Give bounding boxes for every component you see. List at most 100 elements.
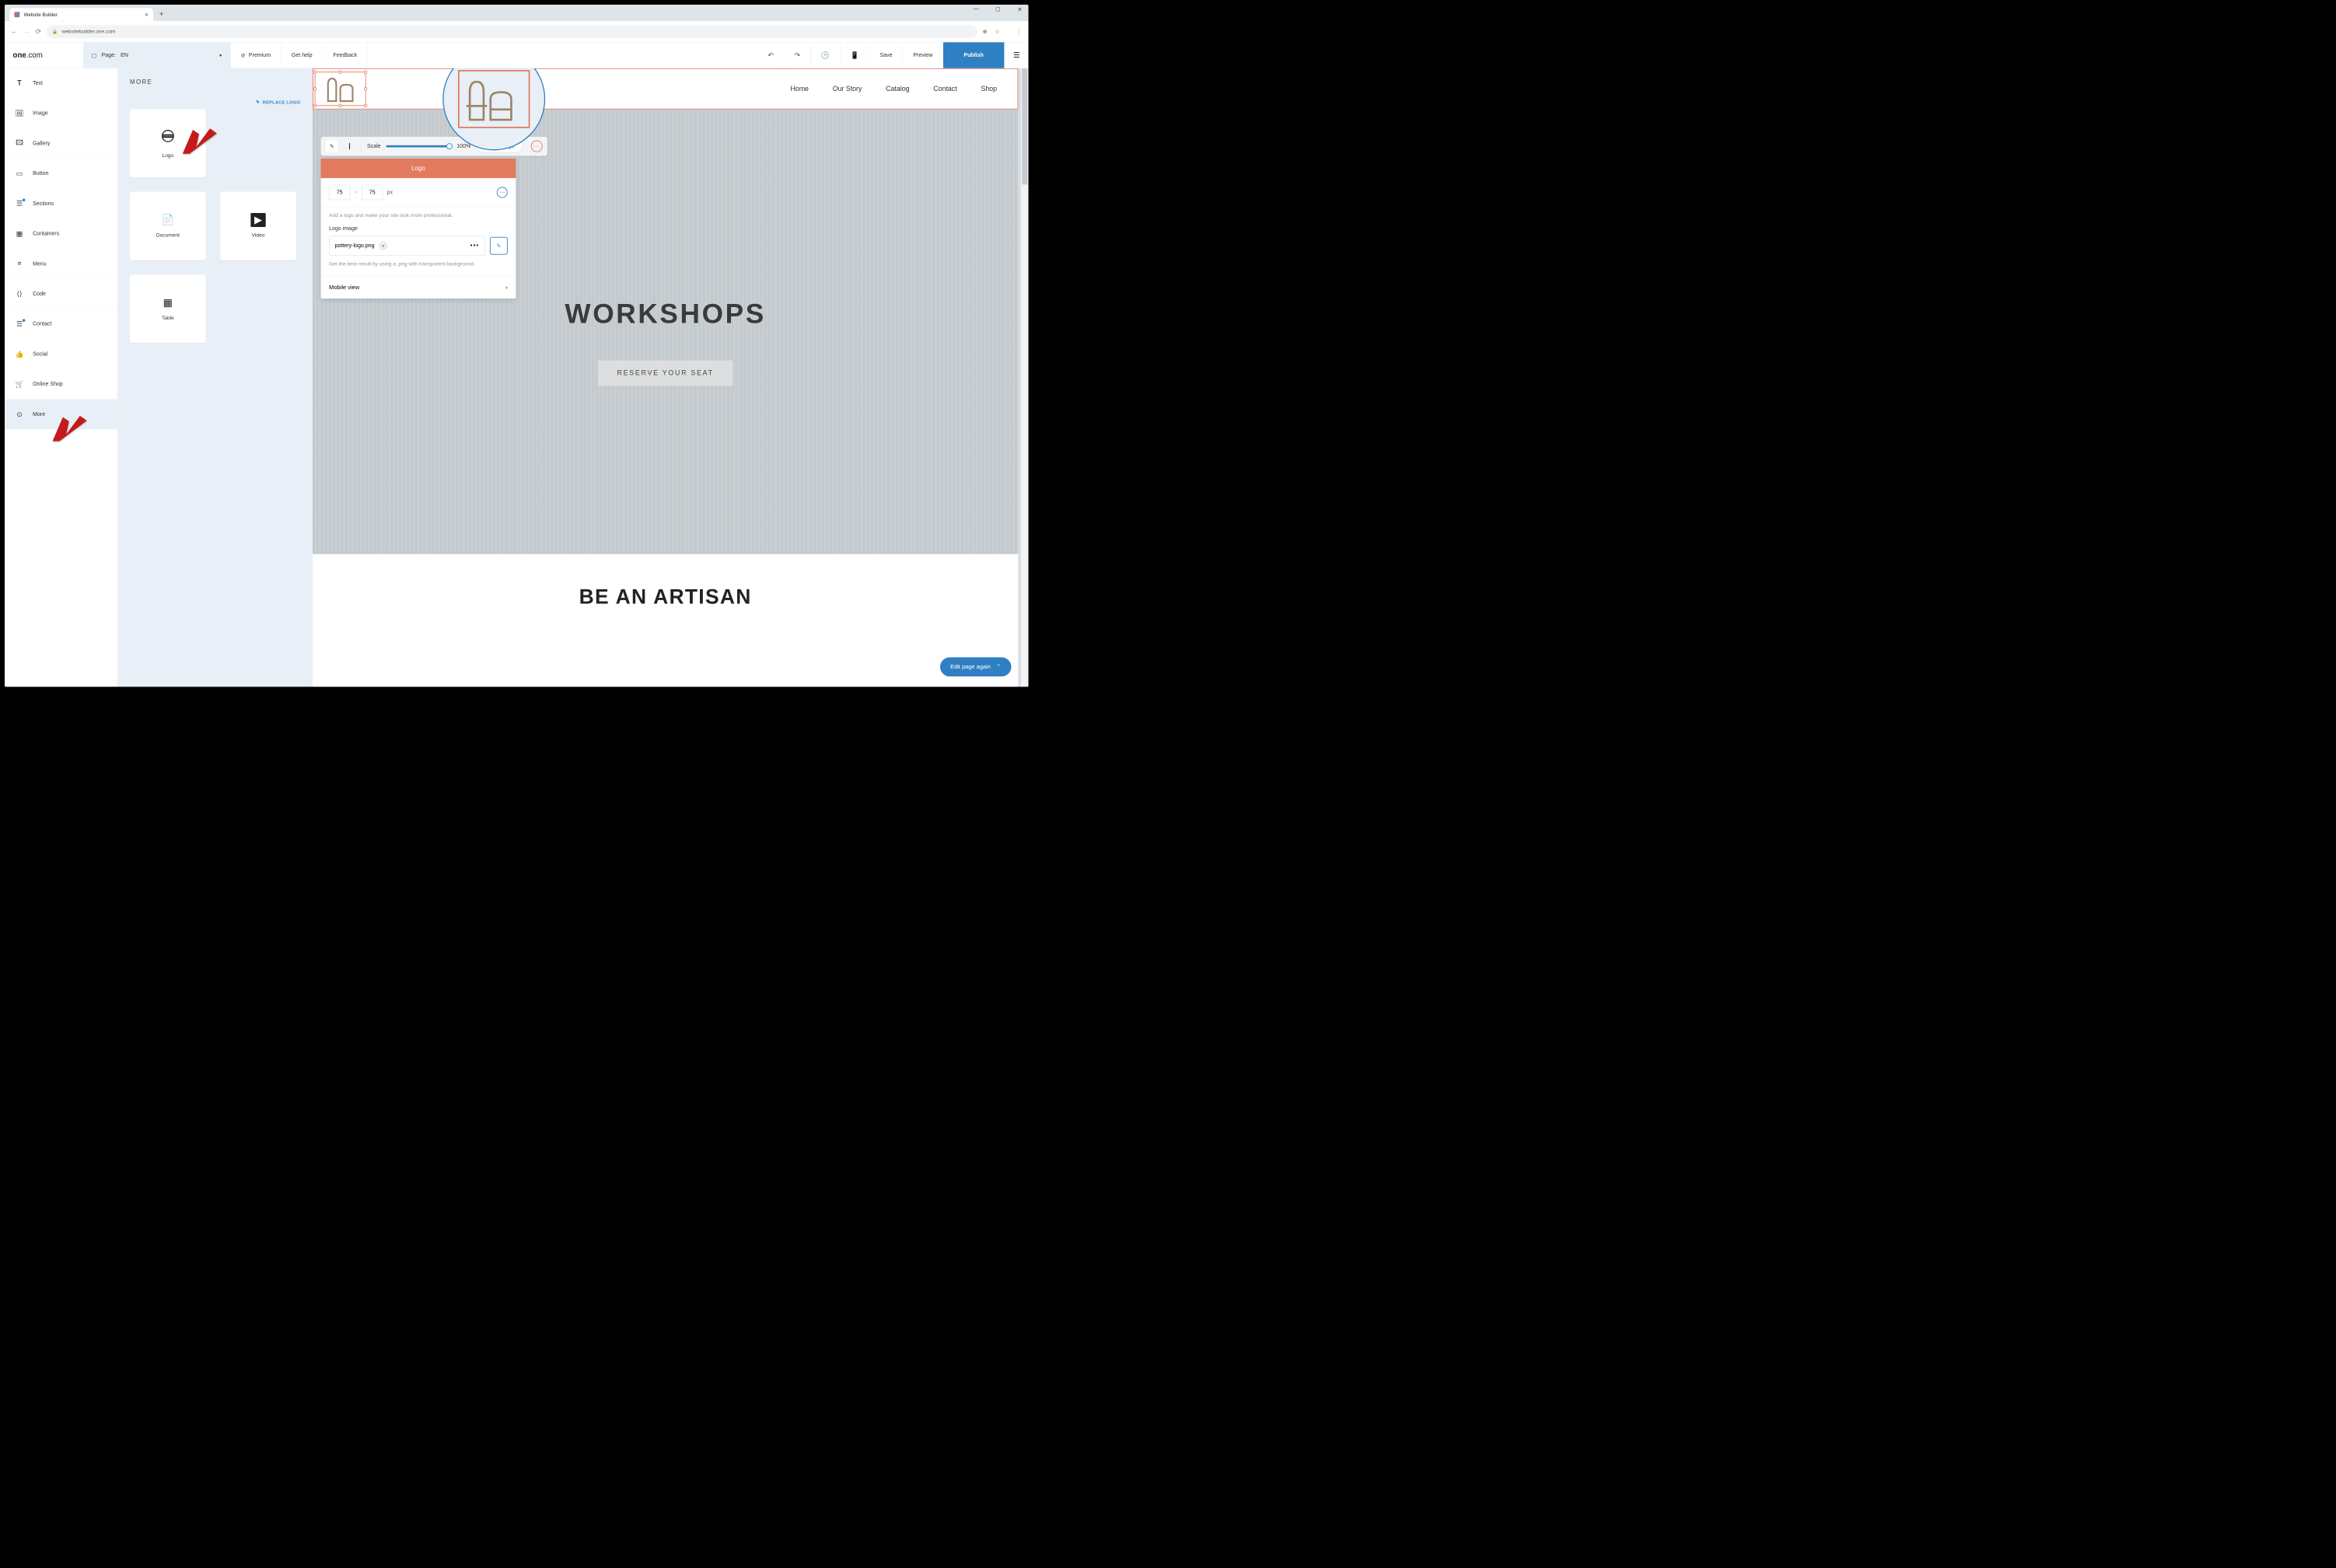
address-field[interactable]: 🔒 websitebuilder.one.com	[47, 25, 977, 38]
redo-icon: ↷	[795, 51, 800, 59]
more-options-icon[interactable]: ⋯	[531, 141, 543, 152]
back-button[interactable]: ←	[11, 27, 18, 35]
sections-icon: ☰	[14, 199, 24, 208]
tile-table[interactable]: ▦ Table	[130, 274, 206, 343]
contact-icon: ☰	[14, 320, 24, 328]
page-selector[interactable]: ▢ Page: EN ▾	[83, 42, 230, 68]
get-help-button[interactable]: Get help	[282, 42, 323, 68]
redo-button[interactable]: ↷	[784, 42, 810, 68]
reload-button[interactable]: ⟳	[36, 27, 41, 36]
sidebar-item-contact[interactable]: ☰Contact	[5, 309, 117, 340]
replace-logo-link[interactable]: ✎ REPLACE LOGO	[130, 100, 300, 105]
nav-contact[interactable]: Contact	[933, 85, 956, 93]
code-icon: ⟨⟩	[14, 290, 24, 299]
publish-button[interactable]: Publish	[943, 42, 1005, 68]
social-icon: 👍	[14, 350, 24, 358]
maximize-button[interactable]: ☐	[992, 6, 1004, 13]
logo-height-input[interactable]	[362, 185, 383, 200]
text-icon: T	[14, 79, 24, 87]
sidebar-item-code[interactable]: ⟨⟩Code	[5, 279, 117, 309]
close-tab-icon[interactable]: ×	[145, 11, 149, 18]
logo-width-input[interactable]	[329, 185, 350, 200]
edit-logo-button[interactable]: ✎	[490, 237, 508, 255]
page-selector-value: EN	[121, 52, 128, 58]
brand-logo[interactable]: one.com	[5, 51, 83, 59]
sidebar-item-text[interactable]: TText	[5, 68, 117, 99]
containers-icon: ▦	[14, 229, 24, 238]
hero-cta-button[interactable]: RESERVE YOUR SEAT	[598, 360, 733, 386]
annotation-arrow	[183, 110, 220, 155]
mobile-preview-button[interactable]: 📱	[840, 42, 869, 68]
titlebar: Website Builder × + ― ☐ ✕	[5, 5, 1028, 21]
nav-catalog[interactable]: Catalog	[886, 85, 909, 93]
size-more-icon[interactable]: ⋯	[497, 187, 508, 198]
logo-image-label: Logo image	[329, 225, 508, 232]
edit-tool-icon[interactable]: ✎	[326, 140, 338, 152]
scrollbar[interactable]	[1021, 68, 1029, 687]
clear-file-icon[interactable]	[379, 242, 387, 250]
sidebar-item-sections[interactable]: ☰Sections	[5, 189, 117, 219]
sidebar-item-gallery[interactable]: 🖾Gallery	[5, 128, 117, 159]
app-menu-button[interactable]: ☰	[1005, 42, 1029, 68]
more-panel: MORE ✎ REPLACE LOGO Logo 📄 Document	[117, 68, 313, 687]
browser-tab[interactable]: Website Builder ×	[9, 8, 153, 21]
logo-selection[interactable]	[315, 72, 366, 106]
close-window-button[interactable]: ✕	[1014, 6, 1026, 13]
sidebar-item-button[interactable]: ▭Button	[5, 159, 117, 189]
tab-title: Website Builder	[24, 12, 141, 17]
nav-home[interactable]: Home	[790, 85, 808, 93]
preview-button[interactable]: Preview	[903, 42, 943, 68]
gallery-icon: 🖾	[14, 138, 24, 149]
mobile-icon: 📱	[851, 51, 859, 59]
chevron-up-icon: ⌃	[996, 663, 1001, 670]
edit-page-again-button[interactable]: Edit page again ⌃	[940, 658, 1012, 677]
canvas[interactable]: Home Our Story Catalog Contact Shop ✎ ┃ …	[313, 68, 1028, 687]
forward-button[interactable]: →	[23, 27, 30, 35]
undo-button[interactable]: ↶	[757, 42, 784, 68]
bookmark-icon[interactable]: ☆	[995, 28, 999, 35]
image-icon: 🖼	[14, 109, 24, 117]
logo-filename: pottery-logo.png	[335, 243, 375, 249]
tile-document[interactable]: 📄 Document	[130, 192, 206, 260]
sidebar-item-shop[interactable]: 🛒Online Shop	[5, 369, 117, 400]
unit-label: px	[387, 190, 393, 196]
feedback-button[interactable]: Feedback	[323, 42, 368, 68]
minimize-button[interactable]: ―	[970, 6, 982, 13]
scale-slider[interactable]	[386, 145, 452, 148]
annotation-arrow	[53, 396, 90, 442]
page-selector-label: Page:	[102, 52, 116, 58]
scale-label: Scale	[367, 143, 381, 149]
section-heading: BE AN ARTISAN	[313, 554, 1018, 640]
sidebar-item-social[interactable]: 👍Social	[5, 339, 117, 369]
sidebar-item-image[interactable]: 🖼Image	[5, 99, 117, 129]
browser-menu-icon[interactable]: ⋮	[1016, 27, 1023, 36]
save-button[interactable]: Save	[869, 42, 903, 68]
file-menu-icon[interactable]: •••	[470, 243, 479, 249]
logo-hint: Get the best result by using a .png with…	[329, 260, 508, 268]
new-tab-button[interactable]: +	[159, 10, 164, 19]
more-icon: ⊙	[14, 410, 24, 418]
nav-shop[interactable]: Shop	[981, 85, 997, 93]
multiply-icon: ×	[355, 190, 358, 196]
sidebar-item-containers[interactable]: ▦Containers	[5, 218, 117, 249]
lock-icon: 🔒	[52, 29, 58, 34]
button-icon: ▭	[14, 169, 24, 178]
history-button[interactable]: 🕑	[811, 42, 841, 68]
sidebar-item-menu[interactable]: ≡Menu	[5, 249, 117, 279]
chevron-down-icon: ▾	[219, 52, 222, 59]
logo-settings-panel: Logo × px ⋯ Add a logo and make your sit…	[321, 159, 516, 299]
logo-description: Add a logo and make your site look more …	[329, 212, 508, 220]
logo-file-field[interactable]: pottery-logo.png •••	[329, 236, 485, 256]
crop-tool-icon[interactable]: ┃	[344, 140, 356, 152]
nav-our-story[interactable]: Our Story	[833, 85, 862, 93]
menu-icon: ≡	[14, 260, 24, 267]
shop-icon: 🛒	[14, 380, 24, 389]
scale-value: 100%	[456, 143, 470, 149]
premium-button[interactable]: ⊘ Premium	[230, 42, 281, 68]
install-icon[interactable]: ⊕	[983, 28, 988, 35]
tile-video[interactable]: ▶ Video	[220, 192, 296, 260]
history-icon: 🕑	[821, 51, 830, 59]
logo-panel-title: Logo	[321, 159, 516, 178]
more-panel-title: MORE	[130, 79, 300, 86]
mobile-view-row[interactable]: Mobile view ›	[321, 276, 516, 299]
